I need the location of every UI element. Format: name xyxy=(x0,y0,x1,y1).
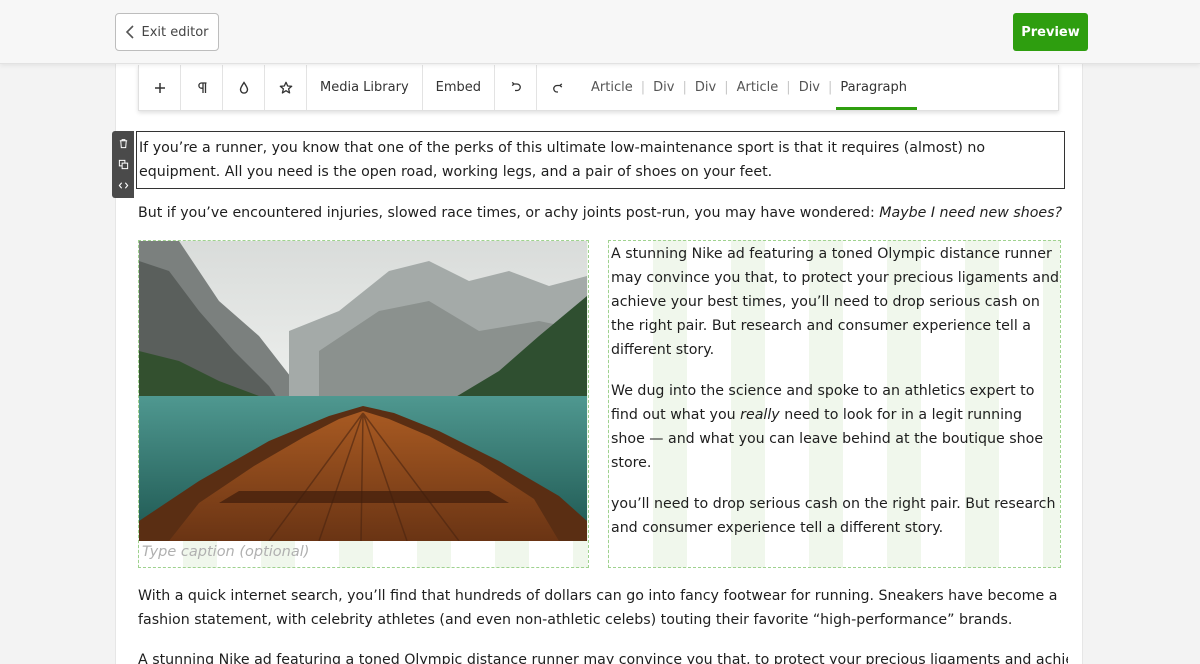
column-paragraph[interactable]: We dug into the science and spoke to an … xyxy=(611,379,1060,475)
boat-lake-image xyxy=(139,241,587,541)
edit-html-button[interactable] xyxy=(112,176,134,196)
boat-lake-photo[interactable] xyxy=(139,241,587,541)
block-toolbar: Media Library Embed Article | Div | Div … xyxy=(138,65,1059,111)
duplicate-icon xyxy=(118,159,128,170)
column-paragraph[interactable]: A stunning Nike ad featuring a toned Oly… xyxy=(611,242,1060,362)
search-paragraph[interactable]: With a quick internet search, you’ll fin… xyxy=(138,584,1068,632)
breadcrumb-div[interactable]: Div xyxy=(653,65,674,110)
plus-icon xyxy=(154,82,165,93)
breadcrumb: Article | Div | Div | Article | Div | Pa… xyxy=(579,65,917,110)
breadcrumb-separator: | xyxy=(786,80,791,95)
exit-editor-label: Exit editor xyxy=(141,24,209,40)
droplet-icon xyxy=(239,80,248,94)
block-side-tools xyxy=(112,131,134,198)
breadcrumb-separator: | xyxy=(724,80,729,95)
redo-icon xyxy=(553,82,563,93)
question-paragraph[interactable]: But if you’ve encountered injuries, slow… xyxy=(138,201,1068,225)
duplicate-block-button[interactable] xyxy=(112,155,134,175)
trash-icon xyxy=(119,139,127,149)
exit-editor-button[interactable]: Exit editor xyxy=(115,13,219,51)
breadcrumb-div[interactable]: Div xyxy=(799,65,820,110)
intro-paragraph[interactable]: If you’re a runner, you know that one of… xyxy=(139,136,1064,184)
nike-paragraph[interactable]: A stunning Nike ad featuring a toned Oly… xyxy=(138,648,1068,664)
preview-button[interactable]: Preview xyxy=(1013,13,1088,51)
column-paragraph[interactable]: you’ll need to drop serious cash on the … xyxy=(611,492,1060,540)
code-icon xyxy=(118,182,128,189)
paragraph-button[interactable] xyxy=(181,65,223,110)
embed-button[interactable]: Embed xyxy=(423,65,496,110)
question-text: But if you’ve encountered injuries, slow… xyxy=(138,205,880,221)
image-column[interactable]: Type caption (optional) xyxy=(138,240,589,568)
color-button[interactable] xyxy=(223,65,265,110)
undo-button[interactable] xyxy=(495,65,538,110)
chevron-left-icon xyxy=(126,25,135,39)
image-caption-input[interactable]: Type caption (optional) xyxy=(142,544,309,560)
breadcrumb-separator: | xyxy=(682,80,687,95)
favorite-button[interactable] xyxy=(265,65,307,110)
star-icon xyxy=(279,81,292,94)
column-italic-text: really xyxy=(740,407,780,423)
add-block-button[interactable] xyxy=(139,65,181,110)
breadcrumb-separator: | xyxy=(828,80,833,95)
breadcrumb-div[interactable]: Div xyxy=(695,65,716,110)
editor-top-bar: Exit editor Preview xyxy=(0,0,1200,64)
pilcrow-icon xyxy=(197,81,206,93)
question-italic-text: Maybe I need new shoes? xyxy=(879,205,1063,221)
breadcrumb-paragraph-active[interactable]: Paragraph xyxy=(836,65,917,110)
text-column[interactable]: A stunning Nike ad featuring a toned Oly… xyxy=(608,240,1061,568)
media-library-button[interactable]: Media Library xyxy=(307,65,423,110)
breadcrumb-separator: | xyxy=(640,80,646,95)
selected-paragraph-block[interactable]: If you’re a runner, you know that one of… xyxy=(136,131,1065,189)
redo-button[interactable] xyxy=(537,65,579,110)
delete-block-button[interactable] xyxy=(112,134,134,154)
breadcrumb-article[interactable]: Article xyxy=(591,65,633,110)
undo-icon xyxy=(511,81,521,91)
breadcrumb-article[interactable]: Article xyxy=(737,65,779,110)
